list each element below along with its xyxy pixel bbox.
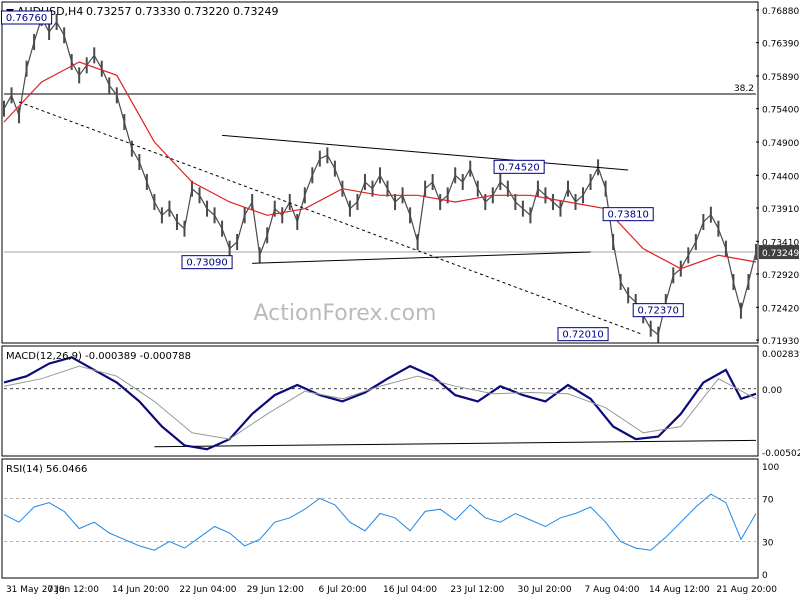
x-tick-label: 23 Jul 12:00	[450, 585, 504, 595]
macd-tick-label: 0.00	[762, 386, 782, 396]
x-tick-label: 7 Jun 12:00	[48, 585, 100, 595]
x-tick-label: 7 Aug 04:00	[584, 585, 639, 595]
price-tick-label: 0.76880	[762, 7, 799, 17]
macd-tick-label: 0.002839	[762, 350, 800, 360]
rsi-tick-label: 100	[762, 463, 779, 473]
rsi-panel	[1, 458, 759, 579]
price-tick-label: 0.74400	[762, 172, 799, 182]
annotation-label: 0.72370	[638, 306, 679, 317]
price-tick-label: 0.71930	[762, 337, 799, 347]
rsi-tick-label: 0	[762, 571, 768, 581]
x-tick-label: 29 Jun 12:00	[247, 585, 304, 595]
rsi-tick-label: 30	[762, 539, 774, 549]
price-tick-label: 0.74900	[762, 139, 799, 149]
annotation-label: 0.73810	[607, 210, 648, 221]
x-tick-label: 22 Jun 04:00	[179, 585, 236, 595]
price-tick-label: 0.76390	[762, 40, 799, 50]
current-price-label: 0.73249	[762, 249, 799, 259]
x-tick-label: 16 Jul 04:00	[383, 585, 437, 595]
price-tick-label: 0.75890	[762, 73, 799, 83]
macd-panel	[1, 345, 759, 457]
annotation-label: 0.74520	[498, 162, 539, 173]
annotation-label: 0.76760	[6, 13, 47, 24]
fib-level-label: 38.2	[734, 84, 754, 94]
ohlc-values: 0.73257 0.73330 0.73220 0.73249	[86, 5, 278, 18]
x-tick-label: 30 Jul 20:00	[518, 585, 572, 595]
rsi-title: RSI(14) 56.0466	[6, 464, 87, 475]
chart-canvas: ActionForex.com AUDUSD,H4 0.73257 0.7333…	[1, 1, 800, 595]
price-tick-label: 0.72420	[762, 304, 799, 314]
price-tick-label: 0.75400	[762, 106, 799, 116]
annotation-label: 0.73090	[186, 258, 227, 269]
price-tick-label: 0.73910	[762, 205, 799, 215]
x-tick-label: 14 Jun 20:00	[112, 585, 169, 595]
annotation-label: 0.72010	[562, 330, 603, 341]
x-tick-label: 14 Aug 12:00	[649, 585, 710, 595]
x-tick-label: 21 Aug 20:00	[716, 585, 777, 595]
rsi-tick-label: 70	[762, 495, 774, 505]
price-tick-label: 0.72920	[762, 271, 799, 281]
macd-title: MACD(12,26,9) -0.000389 -0.000788	[6, 351, 191, 362]
x-tick-label: 6 Jul 20:00	[319, 585, 368, 595]
watermark: ActionForex.com	[254, 301, 437, 326]
macd-tick-label: -0.005021	[762, 449, 800, 459]
